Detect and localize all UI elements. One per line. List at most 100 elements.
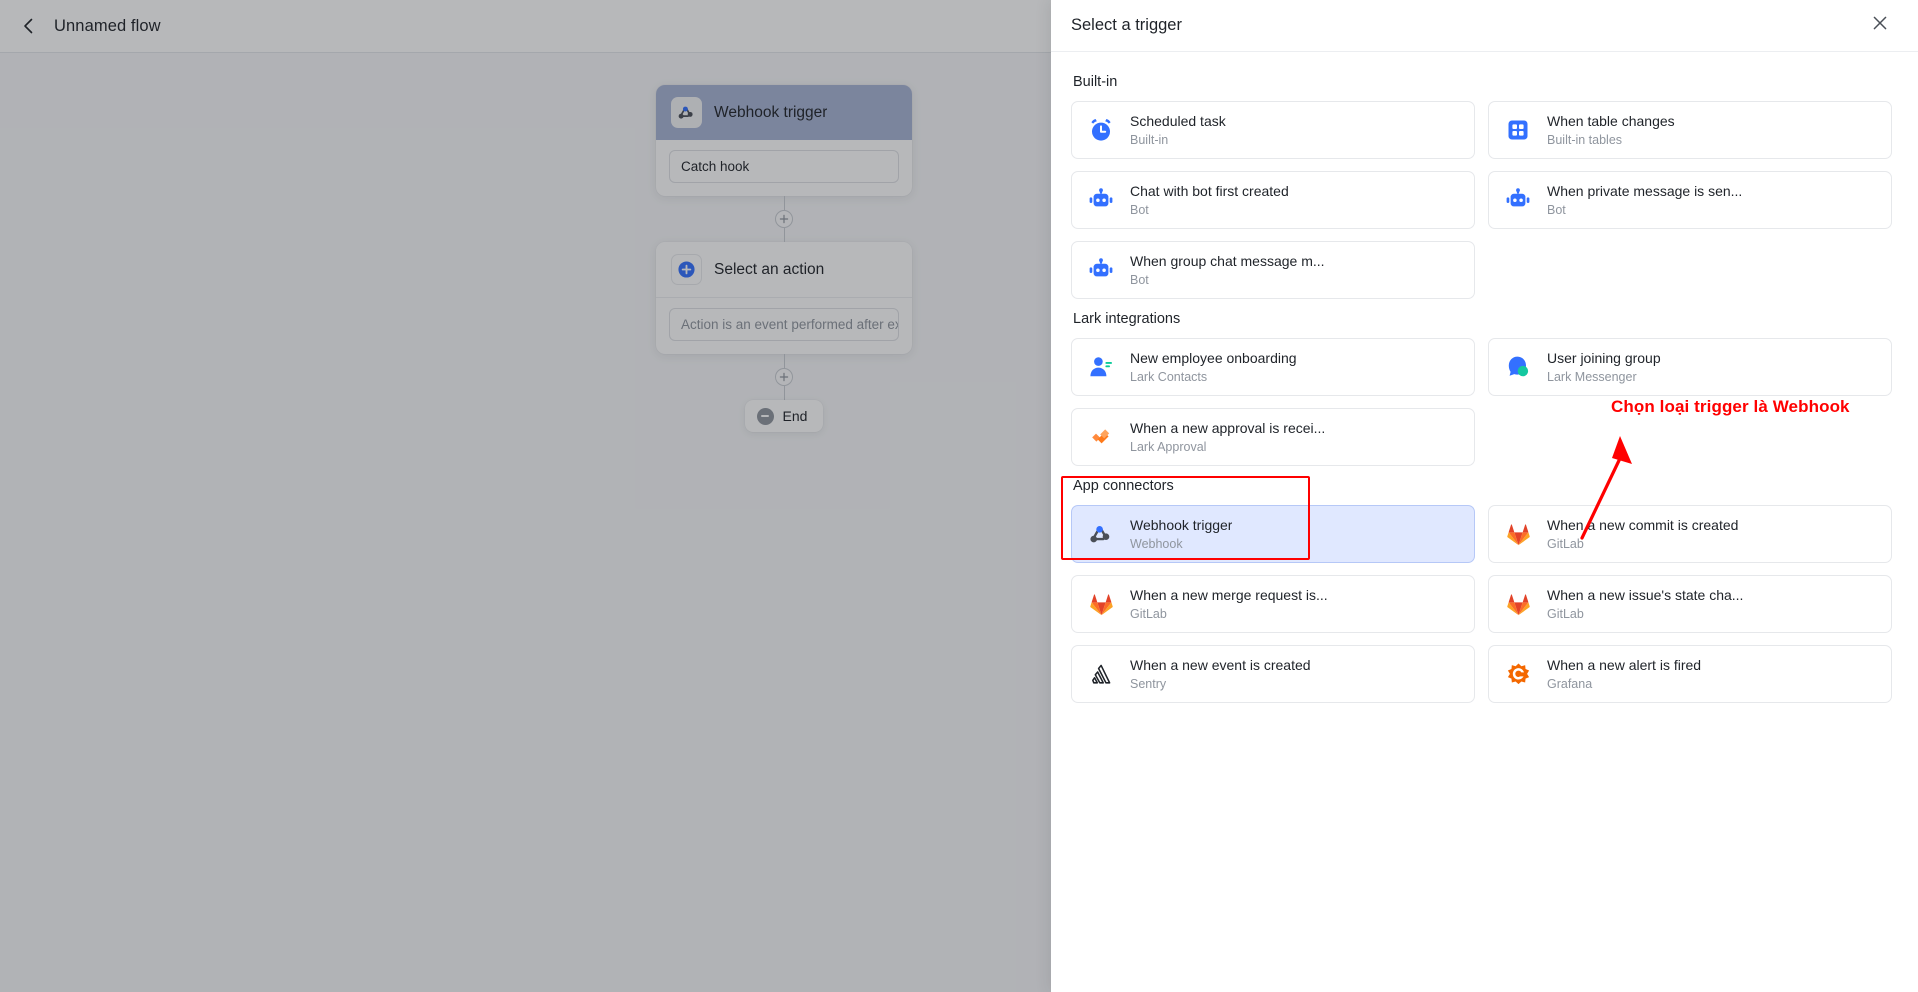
trigger-card-source: Lark Approval xyxy=(1130,438,1325,456)
trigger-card-name: User joining group xyxy=(1547,349,1661,367)
panel-header: Select a trigger xyxy=(1051,0,1918,52)
trigger-card-text: New employee onboardingLark Contacts xyxy=(1130,349,1297,386)
trigger-card-name: Chat with bot first created xyxy=(1130,182,1289,200)
messenger-icon xyxy=(1503,352,1533,382)
plus-circle-icon xyxy=(671,254,702,285)
trigger-card-name: When a new event is created xyxy=(1130,656,1311,674)
robot-icon xyxy=(1503,185,1533,215)
trigger-card[interactable]: New employee onboardingLark Contacts xyxy=(1071,338,1475,396)
grafana-icon xyxy=(1503,659,1533,689)
trigger-card-source: Built-in xyxy=(1130,131,1226,149)
trigger-card-text: Scheduled taskBuilt-in xyxy=(1130,112,1226,149)
trigger-grid-built-in: Scheduled taskBuilt-in When table change… xyxy=(1071,101,1892,299)
trigger-card-name: New employee onboarding xyxy=(1130,349,1297,367)
add-node-button[interactable] xyxy=(775,368,793,386)
webhook-icon xyxy=(671,97,702,128)
gitlab-icon xyxy=(1086,589,1116,619)
trigger-card-text: Chat with bot first createdBot xyxy=(1130,182,1289,219)
trigger-card[interactable]: When a new alert is firedGrafana xyxy=(1488,645,1892,703)
gitlab-icon xyxy=(1503,519,1533,549)
add-node-button[interactable] xyxy=(775,210,793,228)
trigger-card-source: GitLab xyxy=(1130,605,1328,623)
trigger-card-source: Bot xyxy=(1547,201,1742,219)
trigger-card-source: Sentry xyxy=(1130,675,1311,693)
trigger-card[interactable]: Webhook triggerWebhook xyxy=(1071,505,1475,563)
robot-icon xyxy=(1086,185,1116,215)
trigger-card-text: User joining groupLark Messenger xyxy=(1547,349,1661,386)
trigger-card[interactable]: When a new merge request is...GitLab xyxy=(1071,575,1475,633)
trigger-card[interactable]: When a new approval is recei...Lark Appr… xyxy=(1071,408,1475,466)
trigger-card-text: When a new alert is firedGrafana xyxy=(1547,656,1701,693)
trigger-card[interactable]: When private message is sen...Bot xyxy=(1488,171,1892,229)
connector-1 xyxy=(656,196,912,242)
gitlab-icon xyxy=(1503,589,1533,619)
trigger-node-header: Webhook trigger xyxy=(656,85,912,140)
trigger-card-name: When a new approval is recei... xyxy=(1130,419,1325,437)
trigger-card-source: GitLab xyxy=(1547,535,1738,553)
trigger-card-source: Webhook xyxy=(1130,535,1232,553)
section-title-app-connectors: App connectors xyxy=(1073,478,1892,494)
table-icon xyxy=(1503,115,1533,145)
trigger-node-title: Webhook trigger xyxy=(714,104,827,122)
trigger-card-text: Webhook triggerWebhook xyxy=(1130,516,1232,553)
close-icon xyxy=(1872,15,1888,36)
connector-line xyxy=(784,196,785,210)
trigger-card[interactable]: Scheduled taskBuilt-in xyxy=(1071,101,1475,159)
action-node-body: Action is an event performed after exe..… xyxy=(656,297,912,354)
trigger-card-name: Webhook trigger xyxy=(1130,516,1232,534)
trigger-card-source: Bot xyxy=(1130,271,1325,289)
connector-2 xyxy=(656,354,912,400)
trigger-card-name: When a new commit is created xyxy=(1547,516,1738,534)
trigger-card-name: Scheduled task xyxy=(1130,112,1226,130)
flow-node-column: Webhook trigger Catch hook xyxy=(656,85,912,432)
trigger-card-text: When a new commit is createdGitLab xyxy=(1547,516,1738,553)
close-button[interactable] xyxy=(1868,14,1892,38)
trigger-card-name: When a new alert is fired xyxy=(1547,656,1701,674)
trigger-card-text: When a new event is createdSentry xyxy=(1130,656,1311,693)
minus-circle-icon xyxy=(757,408,774,425)
trigger-card[interactable]: When a new commit is createdGitLab xyxy=(1488,505,1892,563)
trigger-card[interactable]: When group chat message m...Bot xyxy=(1071,241,1475,299)
alarm-clock-icon xyxy=(1086,115,1116,145)
connector-line xyxy=(784,228,785,242)
connector-line xyxy=(784,386,785,400)
end-node-label: End xyxy=(783,408,808,424)
trigger-card-text: When table changesBuilt-in tables xyxy=(1547,112,1675,149)
trigger-card-text: When private message is sen...Bot xyxy=(1547,182,1742,219)
back-button[interactable] xyxy=(18,15,40,37)
trigger-card-text: When a new approval is recei...Lark Appr… xyxy=(1130,419,1325,456)
chevron-left-icon xyxy=(19,16,39,36)
app-root: Unnamed flow xyxy=(0,0,1918,992)
webhook-trigger-node[interactable]: Webhook trigger Catch hook xyxy=(656,85,912,196)
trigger-card-name: When group chat message m... xyxy=(1130,252,1325,270)
trigger-card-source: Built-in tables xyxy=(1547,131,1675,149)
trigger-card[interactable]: User joining groupLark Messenger xyxy=(1488,338,1892,396)
panel-body[interactable]: Built-in Scheduled taskBuilt-in When tab… xyxy=(1051,52,1918,992)
trigger-card[interactable]: When table changesBuilt-in tables xyxy=(1488,101,1892,159)
flow-title[interactable]: Unnamed flow xyxy=(54,17,161,36)
trigger-event-field[interactable]: Catch hook xyxy=(669,150,899,183)
trigger-card-source: Lark Messenger xyxy=(1547,368,1661,386)
webhook-icon xyxy=(1086,519,1116,549)
trigger-card-text: When a new issue's state cha...GitLab xyxy=(1547,586,1743,623)
connector-line xyxy=(784,354,785,368)
trigger-grid-app-connectors: Webhook triggerWebhook When a new commit… xyxy=(1071,505,1892,703)
trigger-card-name: When table changes xyxy=(1547,112,1675,130)
select-action-node[interactable]: Select an action Action is an event perf… xyxy=(656,242,912,354)
end-node-wrap: End xyxy=(656,400,912,432)
trigger-card[interactable]: Chat with bot first createdBot xyxy=(1071,171,1475,229)
trigger-card-name: When private message is sen... xyxy=(1547,182,1742,200)
end-node[interactable]: End xyxy=(745,400,824,432)
trigger-card[interactable]: When a new event is createdSentry xyxy=(1071,645,1475,703)
section-title-built-in: Built-in xyxy=(1073,74,1892,90)
action-node-title: Select an action xyxy=(714,261,824,279)
trigger-card-name: When a new issue's state cha... xyxy=(1547,586,1743,604)
section-title-lark-integrations: Lark integrations xyxy=(1073,311,1892,327)
panel-title: Select a trigger xyxy=(1071,16,1868,35)
select-trigger-panel: Select a trigger Built-in Scheduled task… xyxy=(1051,0,1918,992)
trigger-node-body: Catch hook xyxy=(656,140,912,196)
action-description-field[interactable]: Action is an event performed after exe..… xyxy=(669,308,899,341)
trigger-card[interactable]: When a new issue's state cha...GitLab xyxy=(1488,575,1892,633)
trigger-card-source: GitLab xyxy=(1547,605,1743,623)
approval-icon xyxy=(1086,422,1116,452)
